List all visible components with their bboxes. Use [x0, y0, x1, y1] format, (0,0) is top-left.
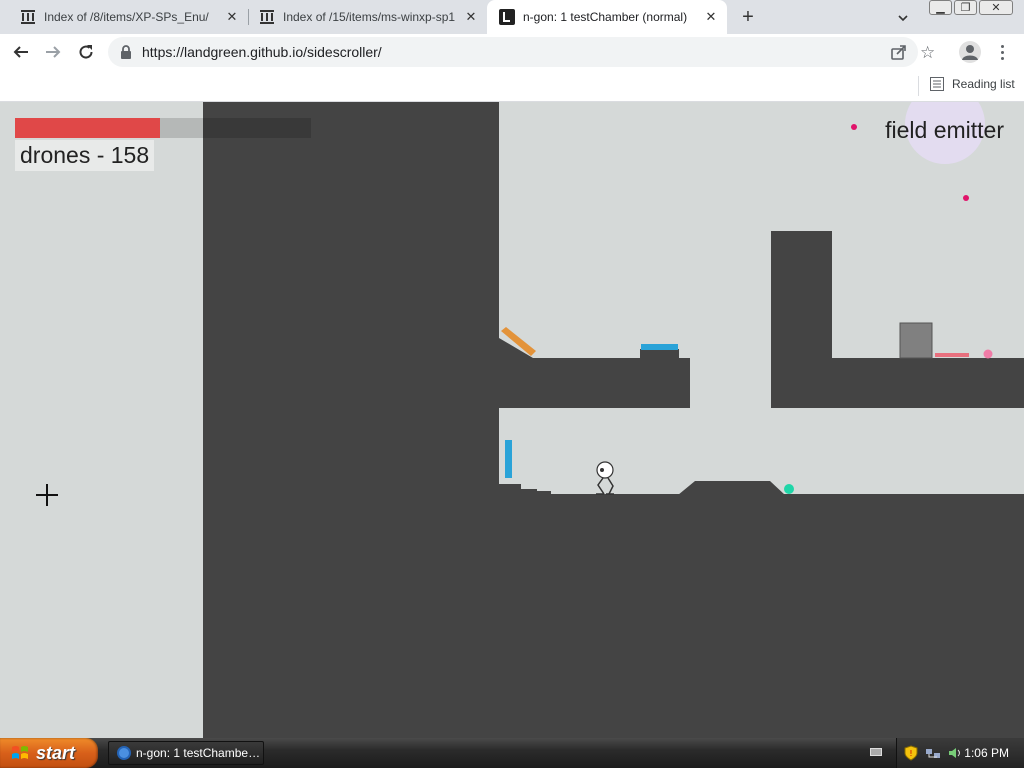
address-bar[interactable]: https://landgreen.github.io/sidescroller…	[108, 37, 918, 67]
close-window-button[interactable]: ✕	[979, 0, 1013, 15]
browser-menu-button[interactable]	[994, 41, 1010, 63]
map-step	[521, 489, 537, 497]
pink-mob	[983, 349, 993, 359]
reload-button[interactable]	[74, 40, 98, 64]
bookmarks-bar: Reading list	[0, 70, 1024, 102]
system-tray: ! 1:06 PM	[896, 738, 1024, 768]
tab-title: n-gon: 1 testChamber (normal)	[523, 10, 688, 24]
start-label: start	[36, 742, 76, 763]
profile-avatar[interactable]	[959, 41, 981, 63]
tab-strip: Index of /8/items/XP-SPs_Enu/ ✕ Index of…	[0, 0, 1024, 34]
taskbar: start n-gon: 1 testChambe… ! 1:06 PM	[0, 738, 1024, 768]
map-ramp	[678, 481, 785, 495]
map-pillar	[771, 231, 832, 408]
reading-list-icon	[930, 77, 944, 91]
close-tab-icon[interactable]: ✕	[463, 9, 479, 25]
tab-search-chevron-icon[interactable]	[893, 8, 913, 28]
gun-ammo-label: drones - 158	[15, 140, 155, 171]
new-tab-button[interactable]: +	[736, 5, 760, 29]
drone	[963, 195, 969, 201]
drone	[851, 124, 857, 130]
reading-list-label: Reading list	[952, 77, 1015, 91]
forward-button[interactable]	[41, 40, 65, 64]
map-step	[537, 491, 551, 497]
tab-title: Index of /15/items/ms-winxp-sp1-1	[283, 10, 455, 24]
keyboard-icon[interactable]	[870, 746, 882, 758]
minimize-button[interactable]: ▁	[929, 0, 952, 15]
grey-block	[899, 322, 933, 359]
taskbar-item-title: n-gon: 1 testChambe…	[136, 746, 261, 760]
tab-xp-sps[interactable]: Index of /8/items/XP-SPs_Enu/ ✕	[0, 0, 248, 34]
browser-toolbar: https://landgreen.github.io/sidescroller…	[0, 34, 1024, 70]
health-bar	[15, 118, 311, 138]
window-controls: ▁ ❐ ✕	[927, 0, 1013, 17]
map-wall	[203, 102, 499, 738]
player	[596, 461, 614, 495]
url-text: https://landgreen.github.io/sidescroller…	[142, 44, 382, 60]
pink-bar	[935, 353, 969, 357]
windows-flag-icon	[12, 746, 28, 759]
close-tab-icon[interactable]: ✕	[703, 9, 719, 25]
map-platform	[832, 358, 1024, 408]
volume-icon[interactable]	[947, 745, 963, 761]
cyan-mob	[784, 484, 794, 494]
restore-button[interactable]: ❐	[954, 0, 977, 15]
arrow-left-icon	[13, 46, 28, 58]
tab-n-gon[interactable]: n-gon: 1 testChamber (normal) ✕	[487, 0, 727, 34]
arrow-right-icon	[46, 46, 61, 58]
blue-spring	[641, 344, 678, 350]
game-world	[203, 102, 1024, 738]
blue-door	[505, 440, 512, 478]
person-icon	[962, 45, 978, 60]
clock: 1:06 PM	[964, 746, 1009, 760]
crosshair-cursor-icon	[36, 484, 58, 506]
network-icon[interactable]	[925, 745, 941, 761]
start-button[interactable]: start	[0, 738, 98, 768]
svg-text:!: !	[909, 749, 912, 758]
lock-icon	[121, 45, 131, 59]
chrome-icon	[117, 746, 131, 760]
archive-building-icon	[259, 9, 275, 25]
game-canvas[interactable]: drones - 158 field emitter	[0, 102, 1024, 738]
field-label: field emitter	[885, 117, 1004, 143]
archive-building-icon	[20, 9, 36, 25]
taskbar-item-chrome[interactable]: n-gon: 1 testChambe…	[108, 741, 264, 765]
map-ground	[499, 494, 1024, 738]
close-tab-icon[interactable]: ✕	[224, 9, 240, 25]
back-button[interactable]	[9, 40, 33, 64]
tab-title: Index of /8/items/XP-SPs_Enu/	[44, 10, 209, 24]
reading-list-button[interactable]: Reading list	[930, 77, 1015, 91]
security-shield-icon[interactable]: !	[903, 745, 919, 761]
share-icon[interactable]	[890, 43, 908, 61]
bookmarks-separator	[918, 76, 919, 96]
reload-icon	[79, 45, 93, 59]
landgreen-logo-icon	[499, 9, 515, 25]
map-block	[640, 349, 679, 359]
health-bar-fill	[15, 118, 161, 138]
map-step	[499, 484, 521, 496]
tab-ms-winxp[interactable]: Index of /15/items/ms-winxp-sp1-1 ✕	[239, 0, 487, 34]
bookmark-star-icon[interactable]: ☆	[920, 43, 935, 63]
